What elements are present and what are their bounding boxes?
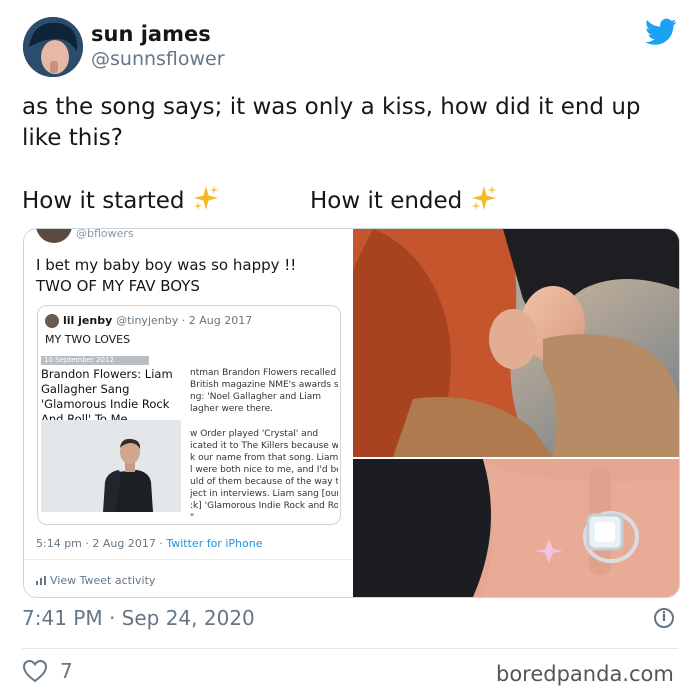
media-card[interactable]: @bflowers I bet my baby boy was so happy… <box>23 228 680 598</box>
tweet-timestamp[interactable]: 7:41 PM · Sep 24, 2020 <box>22 606 255 630</box>
article-snippet-bottom: w Order played 'Crystal' and icated it t… <box>190 429 338 518</box>
view-activity-link[interactable]: View Tweet activity <box>36 574 155 587</box>
embedded-meta: 5:14 pm · 2 Aug 2017 · Twitter for iPhon… <box>36 537 262 550</box>
quoted-text: MY TWO LOVES <box>45 333 131 346</box>
label-right-text: How it ended <box>310 188 463 214</box>
twitter-bird-icon[interactable] <box>645 18 677 46</box>
footer-divider <box>22 648 678 649</box>
label-left-text: How it started <box>22 188 185 214</box>
article-headline: Brandon Flowers: Liam Gallagher Sang 'Gl… <box>41 367 173 426</box>
user-avatar[interactable] <box>23 17 83 77</box>
brand-watermark: boredpanda.com <box>496 662 674 686</box>
article-image: 10 September 2012 Brandon Flowers: Liam … <box>38 354 340 524</box>
heart-icon[interactable] <box>22 659 48 683</box>
tweet-text: as the song says; it was only a kiss, ho… <box>22 94 641 151</box>
how-it-started-screenshot[interactable]: @bflowers I bet my baby boy was so happy… <box>24 229 352 597</box>
embedded-meta-time: 5:14 pm · 2 Aug 2017 · <box>36 537 167 550</box>
like-count: 7 <box>60 659 73 683</box>
article-date-tag: 10 September 2012 <box>41 356 149 365</box>
how-it-ended-photos[interactable] <box>353 229 679 597</box>
quoted-author: lil jenby @tinyjenby · 2 Aug 2017 <box>63 314 252 327</box>
embedded-top-handle: @bflowers <box>76 228 134 240</box>
embedded-tweet-text: I bet my baby boy was so happy !! TWO OF… <box>36 256 297 295</box>
label-how-it-ended: How it ended <box>310 184 498 214</box>
bar-chart-icon <box>36 575 46 585</box>
sparkles-icon <box>470 184 498 212</box>
divider <box>24 559 352 560</box>
quoted-tweet[interactable]: lil jenby @tinyjenby · 2 Aug 2017 MY TWO… <box>37 305 341 525</box>
source-link[interactable]: Twitter for iPhone <box>166 537 262 550</box>
embedded-avatar <box>36 229 72 243</box>
view-activity-label: View Tweet activity <box>50 574 156 587</box>
quoted-avatar <box>45 314 59 328</box>
quoted-name: lil jenby <box>63 314 113 327</box>
user-handle[interactable]: @sunnsflower <box>91 48 225 70</box>
label-how-it-started: How it started <box>22 184 220 214</box>
article-photo <box>41 420 181 512</box>
info-icon[interactable]: i <box>654 608 674 628</box>
article-snippet-top: ntman Brandon Flowers recalled be Britis… <box>190 368 338 414</box>
user-name[interactable]: sun james <box>91 22 211 46</box>
sparkles-icon <box>192 184 220 212</box>
quoted-handle: @tinyjenby · 2 Aug 2017 <box>116 314 253 327</box>
